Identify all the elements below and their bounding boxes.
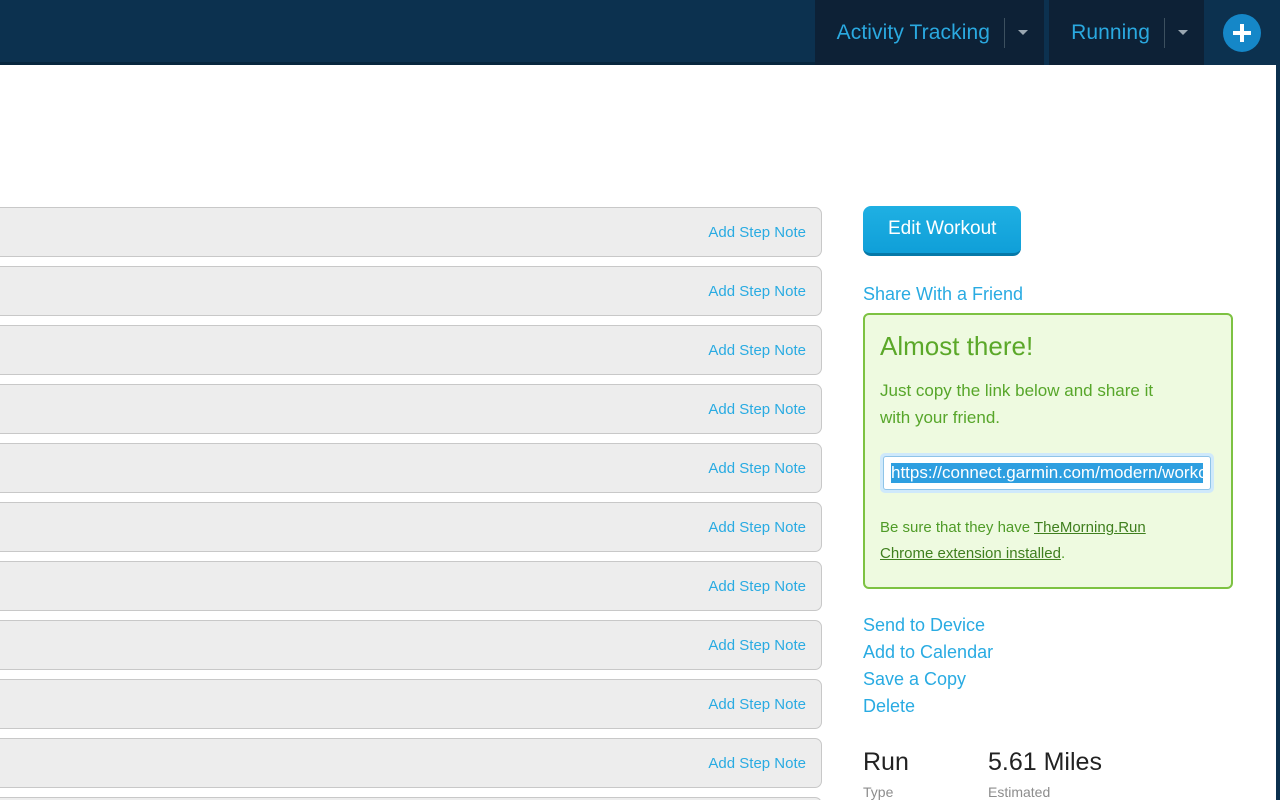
nav-tab-running-label: Running <box>1071 21 1150 44</box>
share-url-input[interactable] <box>883 455 1211 490</box>
chevron-down-icon <box>1178 30 1188 35</box>
table-row[interactable]: Add Step Note <box>0 266 822 316</box>
table-row[interactable]: Add Step Note <box>0 738 822 788</box>
table-row[interactable]: Add Step Note <box>0 561 822 611</box>
stat-type-value: Run <box>863 748 909 777</box>
share-callout-body: Just copy the link below and share it wi… <box>880 380 1154 427</box>
add-step-note-link[interactable]: Add Step Note <box>708 755 806 772</box>
add-button-zone <box>1204 0 1280 65</box>
save-a-copy-link[interactable]: Save a Copy <box>863 666 966 693</box>
stat-distance: 5.61 Miles Estimated Distance <box>988 748 1113 800</box>
tab-divider <box>1004 17 1006 48</box>
workout-steps-list: Add Step Note Add Step Note Add Step Not… <box>0 207 822 800</box>
nav-tab-activity-tracking[interactable]: Activity Tracking <box>814 0 1045 65</box>
share-with-friend-link[interactable]: Share With a Friend <box>863 284 1235 305</box>
delete-link[interactable]: Delete <box>863 693 915 720</box>
table-row[interactable]: Add Step Note <box>0 325 822 375</box>
stat-distance-label: Estimated Distance <box>988 784 1051 800</box>
add-step-note-link[interactable]: Add Step Note <box>708 224 806 241</box>
stat-type: Run Type <box>863 748 988 800</box>
top-header-bar: Activity Tracking Running <box>0 0 1280 65</box>
table-row[interactable]: Add Step Note <box>0 502 822 552</box>
footnote-prefix-text: Be sure that they have <box>880 518 1034 536</box>
add-button[interactable] <box>1223 13 1261 52</box>
nav-tab-running[interactable]: Running <box>1049 0 1204 65</box>
tab-divider <box>1164 17 1165 48</box>
add-to-calendar-link[interactable]: Add to Calendar <box>863 639 993 666</box>
nav-tab-activity-tracking-dropdown[interactable] <box>990 0 1044 65</box>
table-row[interactable]: Add Step Note <box>0 207 822 257</box>
table-row[interactable]: Add Step Note <box>0 679 822 729</box>
table-row[interactable]: Add Step Note <box>0 620 822 670</box>
plus-icon <box>1233 24 1251 42</box>
add-step-note-link[interactable]: Add Step Note <box>708 578 806 595</box>
nav-tab-running-dropdown[interactable] <box>1150 0 1204 65</box>
add-step-note-link[interactable]: Add Step Note <box>708 342 806 359</box>
nav-tab-activity-tracking-label: Activity Tracking <box>836 21 991 44</box>
share-url-focus-ring <box>880 452 1214 493</box>
table-row[interactable]: Add Step Note <box>0 384 822 434</box>
stat-distance-value: 5.61 Miles <box>988 748 1102 777</box>
share-callout-title: Almost there! <box>880 331 1034 361</box>
edit-workout-button[interactable]: Edit Workout <box>863 206 1022 256</box>
chevron-down-icon <box>1018 30 1029 35</box>
footnote-suffix-text: . <box>1060 545 1066 563</box>
share-callout-box: Almost there! Just copy the link below a… <box>863 313 1233 590</box>
workout-action-list: Send to Device Add to Calendar Save a Co… <box>863 612 1235 720</box>
add-step-note-link[interactable]: Add Step Note <box>708 460 806 477</box>
add-step-note-link[interactable]: Add Step Note <box>708 696 806 713</box>
workout-sidebar: Edit Workout Share With a Friend Almost … <box>863 206 1235 800</box>
add-step-note-link[interactable]: Add Step Note <box>708 519 806 536</box>
workout-stats: Run Type 5.61 Miles Estimated Distance <box>863 748 1235 800</box>
add-step-note-link[interactable]: Add Step Note <box>708 401 806 418</box>
page-root: Activity Tracking Running Add Step Note <box>0 0 1280 800</box>
stat-type-label: Type <box>863 784 894 800</box>
add-step-note-link[interactable]: Add Step Note <box>708 637 806 654</box>
table-row[interactable]: Add Step Note <box>0 443 822 493</box>
share-callout-footnote: Be sure that they have TheMorning.Run Ch… <box>880 515 1170 568</box>
page-right-border <box>1276 65 1280 800</box>
send-to-device-link[interactable]: Send to Device <box>863 612 985 639</box>
add-step-note-link[interactable]: Add Step Note <box>708 283 806 300</box>
